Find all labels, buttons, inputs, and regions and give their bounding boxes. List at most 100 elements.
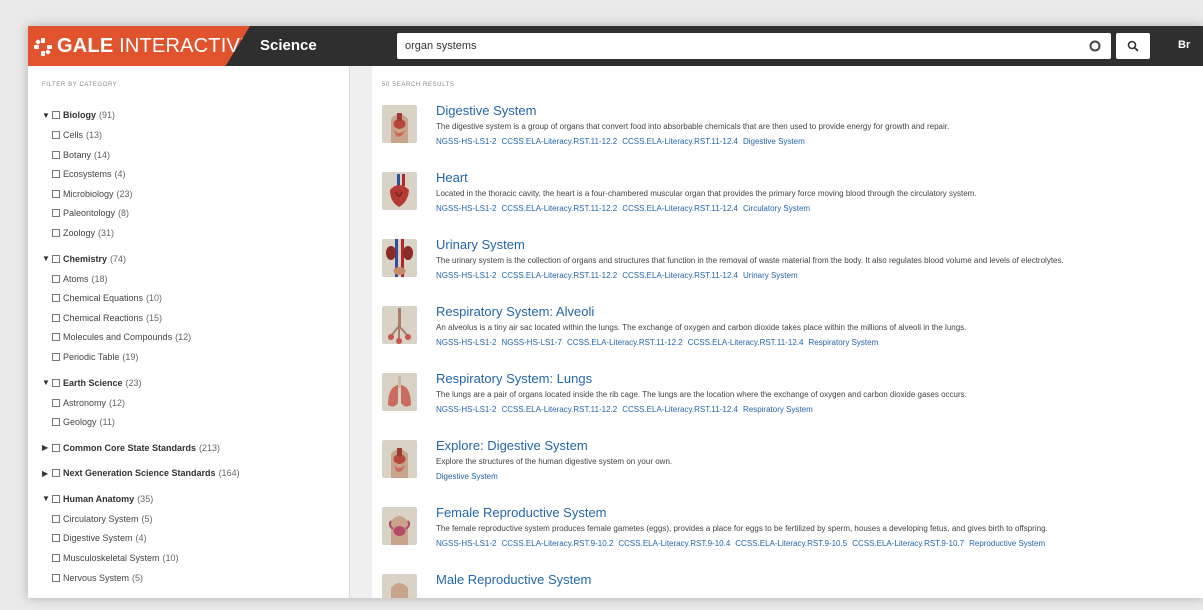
- filter-item[interactable]: Nervous System (5): [52, 572, 143, 584]
- standard-tag-link[interactable]: CCSS.ELA-Literacy.RST.11-12.4: [688, 338, 804, 347]
- filter-item[interactable]: Paleontology (8): [52, 207, 129, 219]
- checkbox[interactable]: [52, 443, 60, 452]
- filter-item[interactable]: Chemical Equations (10): [52, 292, 162, 304]
- checkbox[interactable]: [52, 209, 60, 218]
- filter-item[interactable]: Microbiology (23): [52, 188, 133, 200]
- standard-tag-link[interactable]: NGSS-HS-LS1-7: [501, 338, 561, 347]
- standard-tag-link[interactable]: CCSS.ELA-Literacy.RST.11-12.2: [501, 405, 617, 414]
- filter-category[interactable]: ▼ Chemistry (74): [42, 253, 126, 265]
- search-button[interactable]: [1116, 33, 1150, 59]
- result-thumbnail[interactable]: [382, 440, 417, 478]
- result-title-link[interactable]: Male Reproductive System: [436, 572, 591, 587]
- checkbox[interactable]: [52, 378, 60, 387]
- standard-tag-link[interactable]: NGSS-HS-LS1-2: [436, 338, 496, 347]
- checkbox[interactable]: [52, 294, 60, 303]
- caret-right-icon[interactable]: ▶: [42, 469, 50, 478]
- standard-tag-link[interactable]: CCSS.ELA-Literacy.RST.9-10.4: [618, 539, 730, 548]
- filter-item[interactable]: Atoms (18): [52, 273, 108, 285]
- standard-tag-link[interactable]: CCSS.ELA-Literacy.RST.11-12.4: [622, 204, 738, 213]
- standard-tag-link[interactable]: CCSS.ELA-Literacy.RST.11-12.4: [622, 137, 738, 146]
- standard-tag-link[interactable]: NGSS-HS-LS1-2: [436, 137, 496, 146]
- standard-tag-link[interactable]: Digestive System: [436, 472, 498, 481]
- result-title-link[interactable]: Respiratory System: Alveoli: [436, 304, 594, 319]
- checkbox[interactable]: [52, 494, 60, 503]
- standard-tag-link[interactable]: NGSS-HS-LS1-2: [436, 204, 496, 213]
- filter-category[interactable]: ▶ Common Core State Standards (213): [42, 442, 220, 454]
- caret-right-icon[interactable]: ▶: [42, 443, 50, 452]
- standard-tag-link[interactable]: CCSS.ELA-Literacy.RST.11-12.4: [622, 405, 738, 414]
- standard-tag-link[interactable]: Respiratory System: [808, 338, 878, 347]
- standard-tag-link[interactable]: Urinary System: [743, 271, 798, 280]
- filter-item[interactable]: Molecules and Compounds (12): [52, 331, 191, 343]
- standard-tag-link[interactable]: Circulatory System: [743, 204, 810, 213]
- filter-item[interactable]: Botany (14): [52, 149, 110, 161]
- filter-item[interactable]: Zoology (31): [52, 227, 114, 239]
- checkbox[interactable]: [52, 534, 60, 543]
- search-input[interactable]: [405, 38, 1045, 54]
- result-title-link[interactable]: Digestive System: [436, 103, 536, 118]
- filter-item[interactable]: Musculoskeletal System (10): [52, 552, 179, 564]
- filter-item[interactable]: Ecosystems (4): [52, 168, 126, 180]
- caret-down-icon[interactable]: ▼: [42, 254, 50, 263]
- clear-search-button[interactable]: [1085, 36, 1105, 56]
- checkbox[interactable]: [52, 131, 60, 139]
- standard-tag-link[interactable]: CCSS.ELA-Literacy.RST.11-12.2: [501, 271, 617, 280]
- checkbox[interactable]: [52, 333, 60, 342]
- checkbox[interactable]: [52, 418, 60, 427]
- standard-tag-link[interactable]: NGSS-HS-LS1-2: [436, 271, 496, 280]
- checkbox[interactable]: [52, 111, 60, 119]
- standard-tag-link[interactable]: Reproductive System: [969, 539, 1045, 548]
- filter-item[interactable]: Circulatory System (5): [52, 513, 153, 525]
- standard-tag-link[interactable]: CCSS.ELA-Literacy.RST.9-10.7: [852, 539, 964, 548]
- standard-tag-link[interactable]: NGSS-HS-LS1-2: [436, 405, 496, 414]
- filter-item[interactable]: Geology (11): [52, 416, 115, 428]
- checkbox[interactable]: [52, 254, 60, 263]
- checkbox[interactable]: [52, 353, 60, 361]
- standard-tag-link[interactable]: CCSS.ELA-Literacy.RST.11-12.4: [622, 271, 738, 280]
- result-title-link[interactable]: Female Reproductive System: [436, 505, 607, 520]
- filter-item[interactable]: Periodic Table (19): [52, 351, 138, 363]
- filter-item[interactable]: Astronomy (12): [52, 397, 125, 409]
- standard-tag-link[interactable]: CCSS.ELA-Literacy.RST.9-10.5: [735, 539, 847, 548]
- checkbox[interactable]: [52, 150, 60, 159]
- result-thumbnail[interactable]: [382, 172, 417, 210]
- checkbox[interactable]: [52, 573, 60, 582]
- standard-tag-link[interactable]: CCSS.ELA-Literacy.RST.11-12.2: [567, 338, 683, 347]
- filter-category[interactable]: ▼ Biology (91): [42, 109, 115, 121]
- result-title-link[interactable]: Heart: [436, 170, 468, 185]
- checkbox[interactable]: [52, 229, 60, 237]
- checkbox[interactable]: [52, 313, 60, 322]
- checkbox[interactable]: [52, 274, 60, 283]
- checkbox[interactable]: [52, 469, 60, 478]
- result-thumbnail[interactable]: [382, 574, 417, 598]
- standard-tag-link[interactable]: NGSS-HS-LS1-2: [436, 539, 496, 548]
- result-title-link[interactable]: Urinary System: [436, 237, 525, 252]
- standard-tag-link[interactable]: CCSS.ELA-Literacy.RST.11-12.2: [501, 137, 617, 146]
- filter-item[interactable]: Digestive System (4): [52, 532, 147, 544]
- filter-category[interactable]: ▼ Earth Science (23): [42, 377, 142, 389]
- checkbox[interactable]: [52, 170, 60, 179]
- checkbox[interactable]: [52, 554, 60, 562]
- result-thumbnail[interactable]: [382, 373, 417, 411]
- result-title-link[interactable]: Explore: Digestive System: [436, 438, 588, 453]
- checkbox[interactable]: [52, 398, 60, 407]
- standard-tag-link[interactable]: CCSS.ELA-Literacy.RST.9-10.2: [501, 539, 613, 548]
- caret-down-icon[interactable]: ▼: [42, 111, 50, 120]
- standard-tag-link[interactable]: Digestive System: [743, 137, 805, 146]
- checkbox[interactable]: [52, 514, 60, 523]
- result-thumbnail[interactable]: [382, 105, 417, 143]
- gale-logo[interactable]: GALE INTERACTIVE: [28, 26, 250, 66]
- filter-category[interactable]: ▼ Human Anatomy (35): [42, 493, 153, 505]
- result-thumbnail[interactable]: [382, 239, 417, 277]
- checkbox[interactable]: [52, 189, 60, 198]
- result-title-link[interactable]: Respiratory System: Lungs: [436, 371, 592, 386]
- result-thumbnail[interactable]: [382, 507, 417, 545]
- result-thumbnail[interactable]: [382, 306, 417, 344]
- filter-item[interactable]: Chemical Reactions (15): [52, 312, 162, 324]
- caret-down-icon[interactable]: ▼: [42, 494, 50, 503]
- browse-link[interactable]: Br: [1178, 39, 1190, 51]
- caret-down-icon[interactable]: ▼: [42, 378, 50, 387]
- filter-category[interactable]: ▶ Next Generation Science Standards (164): [42, 467, 240, 479]
- filter-item[interactable]: Cells (13): [52, 129, 102, 141]
- standard-tag-link[interactable]: Respiratory System: [743, 405, 813, 414]
